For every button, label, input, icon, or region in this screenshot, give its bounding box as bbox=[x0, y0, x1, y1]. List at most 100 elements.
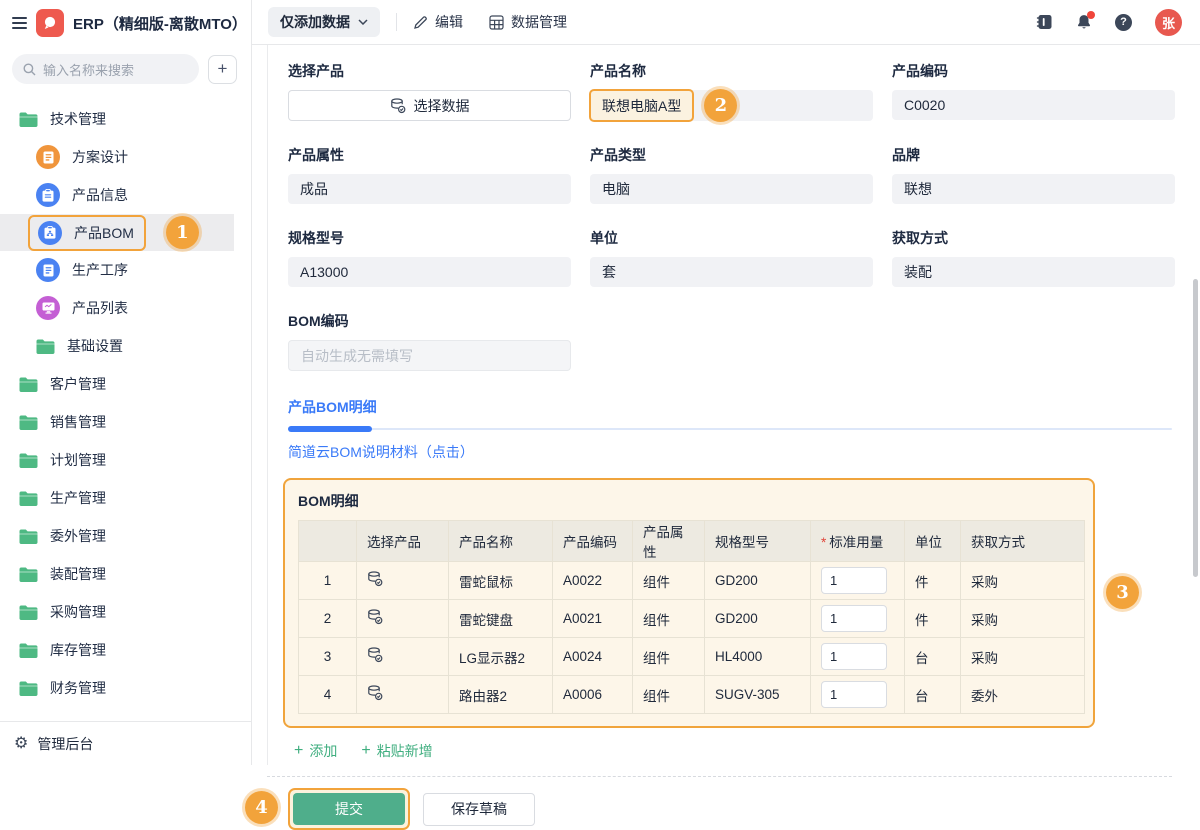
table-row: 4 路由器2 A0006 组件 SUGV-305 台 委外 bbox=[299, 676, 1085, 714]
document-icon bbox=[36, 258, 60, 282]
col-method: 获取方式 bbox=[961, 521, 1085, 562]
paste-add-button[interactable]: + 粘贴新增 bbox=[361, 741, 432, 761]
form-panel: 选择产品 选择数据 产品名称 联想电脑A型 2 产品编码 C0020 产品属性 bbox=[267, 45, 1200, 765]
acquire-method-value: 装配 bbox=[892, 257, 1175, 287]
sidebar-folder-production[interactable]: 生产管理 bbox=[0, 479, 251, 517]
annotation-step-3: 3 bbox=[1106, 576, 1139, 609]
qty-input[interactable] bbox=[821, 681, 887, 708]
bom-doc-link[interactable]: 简道云BOM说明材料（点击） bbox=[288, 442, 474, 462]
row-select-data-icon-cell[interactable] bbox=[357, 562, 449, 600]
sidebar-item-production-process[interactable]: 生产工序 bbox=[0, 251, 251, 289]
spec-value: A13000 bbox=[288, 257, 571, 287]
notifications-bell-icon[interactable] bbox=[1076, 14, 1092, 30]
chevron-down-icon bbox=[358, 19, 368, 25]
submit-button[interactable]: 提交 bbox=[293, 793, 405, 825]
save-draft-button[interactable]: 保存草稿 bbox=[423, 793, 535, 826]
tab-product-bom-detail[interactable]: 产品BOM明细 bbox=[288, 397, 377, 417]
sidebar: ERP（精细版-离散MTO）...... 输入名称来搜索 + 技术管理 方案设计… bbox=[0, 0, 252, 765]
field-acquire-method: 获取方式 装配 bbox=[892, 228, 1175, 287]
row-select-data-icon-cell[interactable] bbox=[357, 600, 449, 638]
bom-subtable: 选择产品 产品名称 产品编码 产品属性 规格型号 *标准用量 单位 获取方式 1 bbox=[298, 520, 1085, 714]
product-code-value: C0020 bbox=[892, 90, 1175, 120]
sidebar-item-product-list[interactable]: 产品列表 bbox=[0, 289, 251, 327]
add-row-button[interactable]: + 添加 bbox=[294, 741, 337, 761]
sidebar-folder-inventory[interactable]: 库存管理 bbox=[0, 631, 251, 669]
col-spec: 规格型号 bbox=[705, 521, 811, 562]
col-product-attr: 产品属性 bbox=[633, 521, 705, 562]
folder-icon bbox=[19, 605, 38, 620]
clipboard-bom-icon bbox=[38, 221, 62, 245]
folder-icon bbox=[19, 491, 38, 506]
table-row: 2 雷蛇键盘 A0021 组件 GD200 件 采购 bbox=[299, 600, 1085, 638]
database-select-icon bbox=[367, 647, 383, 663]
sidebar-folder-assembly[interactable]: 装配管理 bbox=[0, 555, 251, 593]
database-select-icon bbox=[367, 685, 383, 701]
folder-icon bbox=[19, 453, 38, 468]
clipboard-icon bbox=[36, 183, 60, 207]
brand-value: 联想 bbox=[892, 174, 1175, 204]
col-unit: 单位 bbox=[905, 521, 961, 562]
menu-collapse-icon[interactable] bbox=[12, 17, 27, 29]
gear-icon: ⚙ bbox=[14, 736, 28, 752]
field-unit: 单位 套 bbox=[590, 228, 873, 287]
help-icon[interactable]: ? bbox=[1115, 14, 1132, 31]
plus-icon: + bbox=[294, 742, 303, 760]
search-icon bbox=[23, 63, 36, 76]
row-select-data-icon-cell[interactable] bbox=[357, 676, 449, 714]
admin-backend-link[interactable]: ⚙ 管理后台 bbox=[0, 721, 251, 765]
data-manage-button[interactable]: 数据管理 bbox=[489, 12, 567, 32]
folder-icon bbox=[19, 415, 38, 430]
sidebar-folder-purchasing[interactable]: 采购管理 bbox=[0, 593, 251, 631]
sidebar-folder-basic-settings[interactable]: 基础设置 bbox=[0, 327, 251, 365]
folder-icon bbox=[19, 112, 38, 127]
search-placeholder: 输入名称来搜索 bbox=[43, 60, 134, 79]
folder-icon bbox=[19, 529, 38, 544]
folder-icon bbox=[19, 681, 38, 696]
mode-dropdown-button[interactable]: 仅添加数据 bbox=[268, 7, 380, 37]
sidebar-item-scheme-design[interactable]: 方案设计 bbox=[0, 138, 251, 176]
sidebar-folder-outsourcing[interactable]: 委外管理 bbox=[0, 517, 251, 555]
field-product-attr: 产品属性 成品 bbox=[288, 145, 571, 204]
col-product-name: 产品名称 bbox=[449, 521, 553, 562]
sidebar-item-product-info[interactable]: 产品信息 bbox=[0, 176, 251, 214]
sidebar-folder-sales[interactable]: 销售管理 bbox=[0, 403, 251, 441]
database-select-icon bbox=[367, 609, 383, 625]
qty-input[interactable] bbox=[821, 605, 887, 632]
select-data-button[interactable]: 选择数据 bbox=[288, 90, 571, 121]
database-select-icon bbox=[390, 98, 406, 114]
sidebar-item-product-bom[interactable]: 产品BOM 1 bbox=[0, 214, 234, 251]
user-avatar[interactable]: 张 bbox=[1155, 9, 1182, 36]
search-input[interactable]: 输入名称来搜索 bbox=[12, 54, 199, 84]
row-select-data-icon-cell[interactable] bbox=[357, 638, 449, 676]
sidebar-folder-customer[interactable]: 客户管理 bbox=[0, 365, 251, 403]
app-title: ERP（精细版-离散MTO）...... bbox=[73, 13, 239, 34]
monitor-icon bbox=[36, 296, 60, 320]
tab-underline bbox=[288, 426, 1172, 432]
qty-input[interactable] bbox=[821, 643, 887, 670]
sidebar-header: ERP（精细版-离散MTO）...... bbox=[0, 0, 251, 46]
bom-code-input[interactable] bbox=[288, 340, 571, 371]
required-mark: * bbox=[821, 535, 826, 550]
main-content: 选择产品 选择数据 产品名称 联想电脑A型 2 产品编码 C0020 产品属性 bbox=[252, 45, 1200, 765]
database-select-icon bbox=[367, 571, 383, 587]
docs-book-icon[interactable] bbox=[1036, 14, 1053, 30]
edit-button[interactable]: 编辑 bbox=[413, 12, 463, 32]
topbar: 仅添加数据 编辑 数据管理 ? 张 bbox=[252, 0, 1200, 45]
scrollbar-thumb[interactable] bbox=[1193, 279, 1198, 577]
add-app-button[interactable]: + bbox=[208, 55, 237, 84]
product-name-value-field: 联想电脑A型 2 bbox=[590, 90, 873, 121]
sidebar-folder-finance[interactable]: 财务管理 bbox=[0, 669, 251, 707]
notification-badge bbox=[1087, 11, 1095, 19]
field-product-name: 产品名称 联想电脑A型 2 bbox=[590, 61, 873, 121]
field-brand: 品牌 联想 bbox=[892, 145, 1175, 204]
field-product-type: 产品类型 电脑 bbox=[590, 145, 873, 204]
sidebar-menu: 技术管理 方案设计 产品信息 产品BOM 1 bbox=[0, 94, 251, 721]
admin-backend-label: 管理后台 bbox=[37, 734, 93, 754]
product-attr-value: 成品 bbox=[288, 174, 571, 204]
sidebar-folder-tech[interactable]: 技术管理 bbox=[0, 100, 251, 138]
product-type-value: 电脑 bbox=[590, 174, 873, 204]
sidebar-folder-planning[interactable]: 计划管理 bbox=[0, 441, 251, 479]
qty-input[interactable] bbox=[821, 567, 887, 594]
unit-value: 套 bbox=[590, 257, 873, 287]
col-product-code: 产品编码 bbox=[553, 521, 633, 562]
